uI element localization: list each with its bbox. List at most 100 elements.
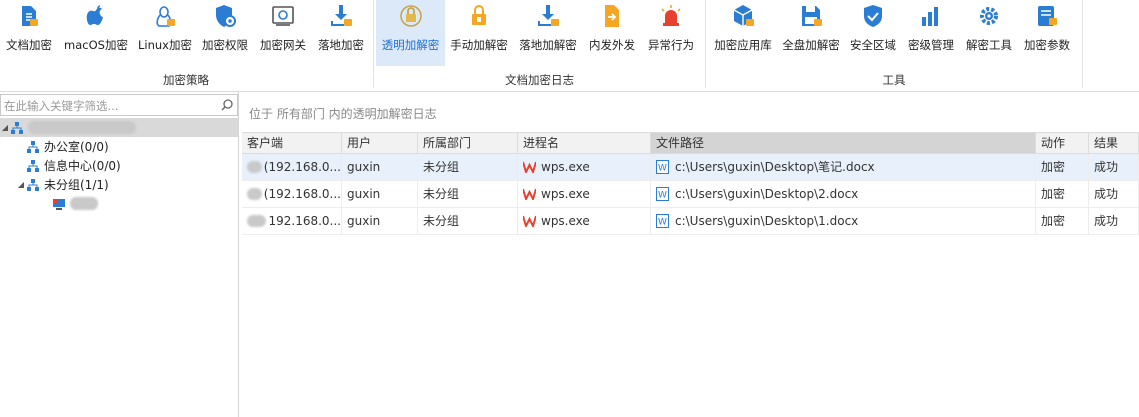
table-row[interactable]: 192.168.0... guxin 未分组 wps.exe Wc:\Users… <box>242 208 1139 235</box>
cell-client: (192.168.0... <box>263 187 341 201</box>
transparent-encrypt-log-button[interactable]: 透明加解密 <box>376 0 445 66</box>
column-header-client[interactable]: 客户端 <box>242 133 342 153</box>
send-file-icon <box>605 5 619 27</box>
table-row[interactable]: (192.168.0... guxin 未分组 wps.exe Wc:\User… <box>242 181 1139 208</box>
group-title-tools: 工具 <box>882 73 906 87</box>
cell-user: guxin <box>342 208 418 234</box>
cell-action: 加密 <box>1036 208 1089 234</box>
tree-item-computer[interactable] <box>0 194 238 213</box>
security-level-button[interactable]: 密级管理 <box>902 0 960 66</box>
linux-icon <box>156 6 175 27</box>
wps-icon <box>523 161 536 173</box>
table-row[interactable]: (192.168.0... guxin 未分组 wps.exe Wc:\User… <box>242 154 1139 181</box>
macos-encrypt-button[interactable]: macOS加密 <box>58 0 134 66</box>
word-doc-icon: W <box>656 214 669 228</box>
cell-path: c:\Users\guxin\Desktop\1.docx <box>675 214 859 228</box>
manual-encrypt-log-button[interactable]: 手动加解密 <box>445 0 513 66</box>
cell-process: wps.exe <box>541 187 590 201</box>
tree-item-info-center[interactable]: 信息中心(0/0) <box>0 156 238 175</box>
column-header-dept[interactable]: 所属部门 <box>418 133 518 153</box>
redacted-client-name <box>247 215 267 227</box>
gear-icon <box>980 7 998 25</box>
cell-client: (192.168.0... <box>263 160 341 174</box>
org-tree-icon <box>27 159 39 172</box>
location-bar: 位于 所有部门 内的透明加解密日志 <box>242 92 1139 132</box>
cell-dept: 未分组 <box>418 181 518 207</box>
group-tools: 加密应用库 全盘加解密 安全区域 密级管理 解密工具 加密参数 工具 <box>708 0 1080 91</box>
linux-encrypt-button[interactable]: Linux加密 <box>134 0 196 66</box>
expand-arrow-icon[interactable]: ◢ <box>0 123 10 132</box>
full-disk-encrypt-button[interactable]: 全盘加解密 <box>778 0 844 66</box>
transparent-lock-icon <box>399 5 422 27</box>
landing-encrypt-log-button[interactable]: 落地加解密 <box>513 0 583 66</box>
expand-arrow-icon[interactable]: ◢ <box>16 180 26 189</box>
svg-text:W: W <box>658 218 667 228</box>
cell-result: 成功 <box>1089 154 1139 180</box>
abnormal-behavior-button[interactable]: 异常行为 <box>641 0 701 66</box>
department-tree: ◢ 办公室(0/0) 信息中心(0/0) ◢ 未分组(1/1) <box>0 118 238 213</box>
department-panel: 在此输入关键字筛选... ◢ 办公室(0/0) 信息中心(0/0) ◢ 未分组(… <box>0 92 239 417</box>
ribbon-toolbar: 文档加密 macOS加密 Linux加密 加密权限 加密网关 落地加密 加密策略… <box>0 0 1139 92</box>
cell-dept: 未分组 <box>418 208 518 234</box>
tree-item-label: 办公室(0/0) <box>44 140 109 154</box>
svg-text:W: W <box>658 191 667 201</box>
gateway-icon <box>272 6 294 26</box>
cell-client: 192.168.0... <box>268 214 341 228</box>
cell-path: c:\Users\guxin\Desktop\2.docx <box>675 187 859 201</box>
tree-item-office[interactable]: 办公室(0/0) <box>0 137 238 156</box>
column-header-user[interactable]: 用户 <box>342 133 418 153</box>
table-header: 客户端 用户 所属部门 进程名 文件路径 动作 结果 <box>242 132 1139 154</box>
cell-path: c:\Users\guxin\Desktop\笔记.docx <box>675 160 875 174</box>
apple-icon <box>86 5 103 25</box>
column-header-process[interactable]: 进程名 <box>518 133 651 153</box>
redacted-root-name <box>28 121 136 134</box>
ribbon-separator <box>1082 0 1083 88</box>
param-lock-icon <box>1038 6 1057 26</box>
word-doc-icon: W <box>656 187 669 201</box>
app-library-icon <box>733 5 754 26</box>
svg-text:W: W <box>658 164 667 174</box>
org-tree-icon <box>27 178 39 191</box>
ribbon-separator <box>705 0 706 88</box>
manual-lock-icon <box>472 5 486 25</box>
search-input[interactable]: 在此输入关键字筛选... <box>4 98 118 114</box>
column-header-result[interactable]: 结果 <box>1089 133 1139 153</box>
alarm-icon <box>661 5 681 26</box>
cell-user: guxin <box>342 154 418 180</box>
tree-root[interactable]: ◢ <box>0 118 238 137</box>
filter-search-box[interactable]: 在此输入关键字筛选... <box>0 94 238 116</box>
word-doc-icon: W <box>656 160 669 174</box>
shield-gear-icon <box>216 5 236 27</box>
log-table: 客户端 用户 所属部门 进程名 文件路径 动作 结果 (192.168.0...… <box>242 132 1139 235</box>
tree-item-ungrouped[interactable]: ◢ 未分组(1/1) <box>0 175 238 194</box>
landing-encrypt-button[interactable]: 落地加密 <box>312 0 370 66</box>
level-chart-icon <box>922 7 938 26</box>
cell-process: wps.exe <box>541 160 590 174</box>
tree-item-label: 未分组(1/1) <box>44 178 109 192</box>
computer-icon <box>53 198 65 210</box>
group-encryption-policy: 文档加密 macOS加密 Linux加密 加密权限 加密网关 落地加密 加密策略 <box>0 0 372 91</box>
cell-user: guxin <box>342 181 418 207</box>
group-doc-encrypt-log: 透明加解密 手动加解密 落地加解密 内发外发 异常行为 文档加密日志 <box>376 0 703 91</box>
cell-dept: 未分组 <box>418 154 518 180</box>
decrypt-tool-button[interactable]: 解密工具 <box>960 0 1018 66</box>
document-lock-icon <box>22 6 38 26</box>
cell-result: 成功 <box>1089 181 1139 207</box>
location-text: 位于 所有部门 内的透明加解密日志 <box>249 107 437 121</box>
encrypt-app-library-button[interactable]: 加密应用库 <box>708 0 778 66</box>
encrypt-param-button[interactable]: 加密参数 <box>1018 0 1076 66</box>
encrypt-permission-button[interactable]: 加密权限 <box>196 0 254 66</box>
download-lock-icon <box>331 5 352 26</box>
shield-check-icon <box>864 5 882 27</box>
cell-process: wps.exe <box>541 214 590 228</box>
cell-result: 成功 <box>1089 208 1139 234</box>
column-header-action[interactable]: 动作 <box>1036 133 1089 153</box>
column-header-path[interactable]: 文件路径 <box>651 133 1036 153</box>
log-panel: 位于 所有部门 内的透明加解密日志 客户端 用户 所属部门 进程名 文件路径 动… <box>242 92 1139 417</box>
encrypt-gateway-button[interactable]: 加密网关 <box>254 0 312 66</box>
search-icon[interactable] <box>220 98 234 112</box>
send-file-log-button[interactable]: 内发外发 <box>583 0 641 66</box>
doc-encrypt-button[interactable]: 文档加密 <box>0 0 58 66</box>
redacted-computer-name <box>70 197 98 210</box>
safe-zone-button[interactable]: 安全区域 <box>844 0 902 66</box>
